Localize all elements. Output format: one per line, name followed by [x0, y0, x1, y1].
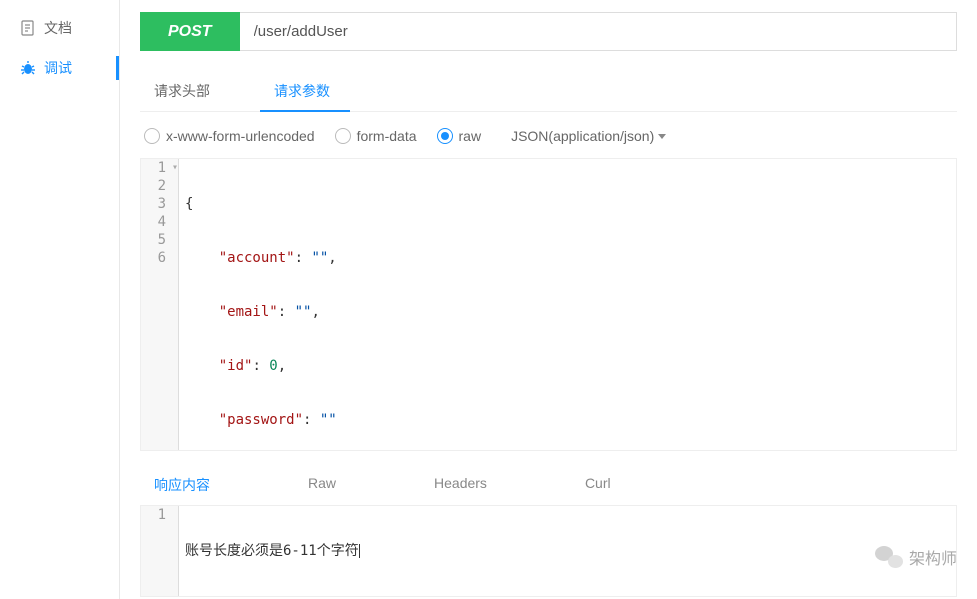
wechat-icon [875, 546, 903, 568]
sidebar-item-document[interactable]: 文档 [0, 8, 119, 48]
response-gutter: 1 [141, 506, 179, 596]
tab-response-content[interactable]: 响应内容 [140, 465, 224, 505]
debug-icon [20, 60, 36, 76]
response-text: 账号长度必须是6-11个字符 [185, 543, 359, 559]
url-bar: POST [140, 12, 957, 51]
sidebar-item-label: 调试 [44, 58, 72, 78]
watermark-text: 架构师 [909, 545, 957, 569]
gutter-line: 2 [141, 177, 178, 195]
radio-label: x-www-form-urlencoded [166, 128, 315, 144]
cursor-icon [359, 544, 360, 558]
gutter-line: 3 [141, 195, 178, 213]
response-tabs: 响应内容 Raw Headers Curl [140, 465, 957, 506]
request-body-editor[interactable]: 1 2 3 4 5 6 { "account": "", "email": ""… [140, 158, 957, 451]
tab-response-headers[interactable]: Headers [420, 465, 501, 505]
radio-label: raw [459, 128, 482, 144]
document-icon [20, 20, 36, 36]
tab-request-headers[interactable]: 请求头部 [140, 71, 230, 111]
sidebar-item-label: 文档 [44, 18, 72, 38]
gutter-line: 1 [141, 506, 178, 524]
response-body-viewer: 1 账号长度必须是6-11个字符 [140, 506, 957, 597]
radio-label: form-data [357, 128, 417, 144]
tab-request-params[interactable]: 请求参数 [260, 71, 350, 111]
radio-icon [335, 128, 351, 144]
radio-raw[interactable]: raw [437, 128, 482, 144]
http-method-label: POST [168, 23, 212, 41]
radio-icon [437, 128, 453, 144]
content-type-label: JSON(application/json) [511, 128, 654, 144]
http-method-selector[interactable]: POST [140, 12, 240, 51]
body-type-selector: x-www-form-urlencoded form-data raw JSON… [140, 128, 957, 144]
request-tabs: 请求头部 请求参数 [140, 71, 957, 112]
chevron-down-icon [658, 134, 666, 139]
url-input[interactable] [240, 12, 957, 51]
gutter-line: 5 [141, 231, 178, 249]
radio-urlencoded[interactable]: x-www-form-urlencoded [144, 128, 315, 144]
sidebar-item-debug[interactable]: 调试 [0, 48, 119, 88]
tab-response-curl[interactable]: Curl [571, 465, 625, 505]
tab-response-raw[interactable]: Raw [294, 465, 350, 505]
main-panel: POST 请求头部 请求参数 x-www-form-urlencoded for… [120, 0, 977, 599]
radio-icon [144, 128, 160, 144]
editor-code-area[interactable]: { "account": "", "email": "", "id": 0, "… [179, 159, 956, 450]
gutter-line: 1 [141, 159, 178, 177]
watermark: 架构师 [875, 545, 957, 569]
radio-formdata[interactable]: form-data [335, 128, 417, 144]
sidebar: 文档 调试 [0, 0, 120, 599]
response-code-area[interactable]: 账号长度必须是6-11个字符 [179, 506, 956, 596]
editor-gutter: 1 2 3 4 5 6 [141, 159, 179, 450]
gutter-line: 4 [141, 213, 178, 231]
content-type-selector[interactable]: JSON(application/json) [511, 128, 666, 144]
gutter-line: 6 [141, 249, 178, 267]
